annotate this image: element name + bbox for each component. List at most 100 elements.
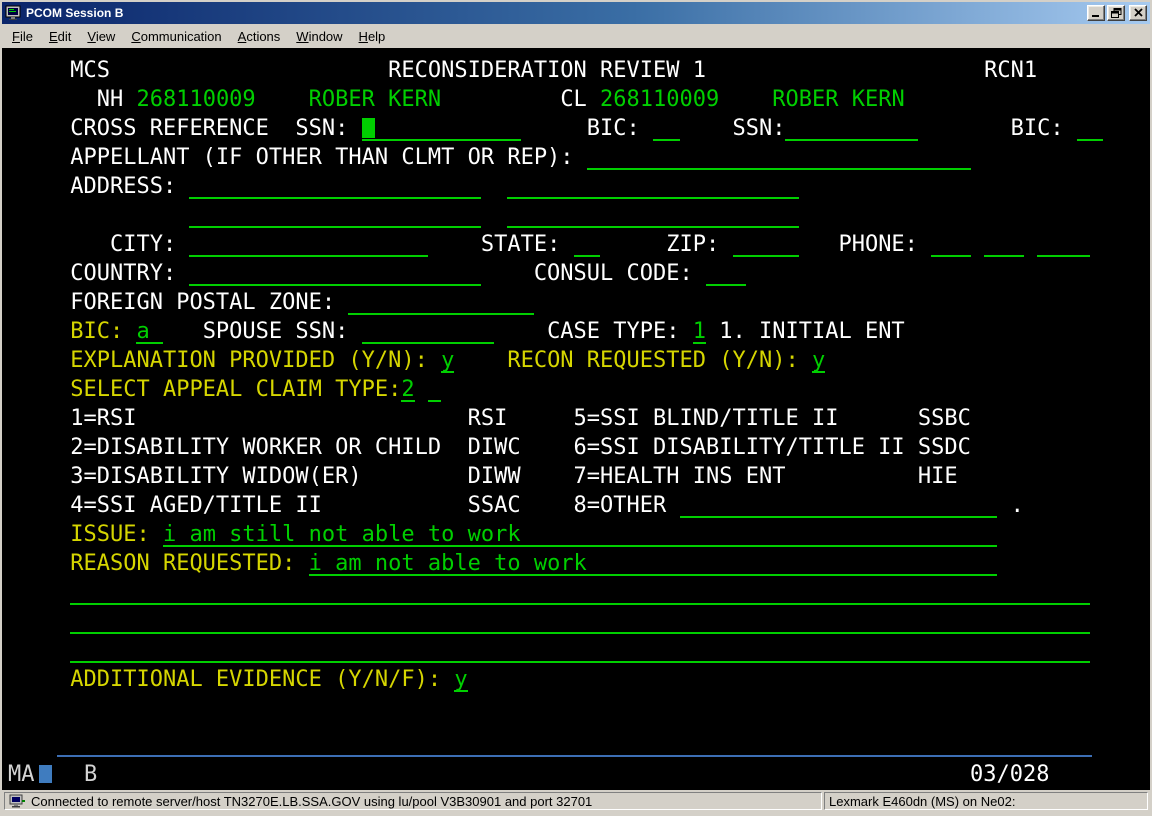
cl-label: CL — [560, 85, 587, 114]
case-type-field[interactable]: 1 — [693, 317, 706, 344]
app-icon — [5, 5, 21, 21]
reason-cont1-field[interactable] — [70, 578, 1090, 605]
foreign-postal-label: FOREIGN POSTAL ZONE: — [70, 288, 335, 317]
phone3-field[interactable] — [1037, 230, 1090, 257]
country-label: COUNTRY: — [70, 259, 176, 288]
case-type-label: CASE TYPE: — [547, 317, 679, 346]
consul-code-field[interactable] — [706, 259, 746, 286]
restore-button[interactable] — [1107, 5, 1125, 21]
titlebar[interactable]: PCOM Session B — [2, 2, 1150, 24]
claim-type-extra-field[interactable] — [428, 375, 441, 402]
bic-label: BIC: — [70, 317, 123, 346]
screen-title: RECONSIDERATION REVIEW 1 — [388, 56, 706, 85]
oia-cursor-position: 03/028 — [970, 760, 1049, 789]
statusbar-printer-panel: Lexmark E460dn (MS) on Ne02: — [824, 792, 1148, 810]
zip-label: ZIP: — [666, 230, 719, 259]
window-controls — [1087, 5, 1147, 21]
city-state-zip-row: CITY: STATE: ZIP: PHONE: — [57, 230, 1150, 259]
country-row: COUNTRY: CONSUL CODE: — [57, 259, 1150, 288]
cross-ref-bic1-field[interactable] — [653, 114, 679, 141]
cross-ref-ssn1-field[interactable] — [362, 114, 521, 141]
cross-ref-ssn2-field[interactable] — [785, 114, 917, 141]
reason-cont2-field[interactable] — [70, 607, 1090, 634]
close-button[interactable] — [1129, 5, 1147, 21]
state-field[interactable] — [574, 230, 600, 257]
address-row-1: ADDRESS: — [57, 172, 1150, 201]
issue-field[interactable]: i am still not able to work — [163, 520, 997, 547]
claim-code-1: RSI — [468, 404, 508, 433]
claim-code-6: SSDC — [918, 433, 971, 462]
cross-ref-bic2-field[interactable] — [1077, 114, 1103, 141]
address-line1b-field[interactable] — [507, 172, 798, 199]
menu-help[interactable]: Help — [351, 26, 394, 47]
nh-name: ROBER KERN — [309, 85, 441, 114]
address-line1a-field[interactable] — [189, 172, 480, 199]
claim-code-5: SSBC — [918, 404, 971, 433]
additional-evidence-row: ADDITIONAL EVIDENCE (Y/N/F): y — [57, 665, 1150, 694]
recon-requested-field[interactable]: y — [812, 346, 825, 373]
oia-session-id: B — [84, 760, 97, 789]
claim-code-4: SSAC — [468, 491, 521, 520]
recon-requested-label: RECON REQUESTED (Y/N): — [507, 346, 798, 375]
menu-communication[interactable]: Communication — [123, 26, 229, 47]
claim-options-row-2: 2=DISABILITY WORKER OR CHILD DIWC 6=SSI … — [57, 433, 1150, 462]
claim-other-period: . — [1011, 491, 1024, 520]
bic-field[interactable]: a — [136, 317, 162, 344]
issue-row: ISSUE: i am still not able to work — [57, 520, 1150, 549]
cross-ref-ssn2-label: SSN: — [733, 114, 786, 143]
cl-name: ROBER KERN — [772, 85, 904, 114]
appellant-field[interactable] — [587, 143, 971, 170]
foreign-postal-row: FOREIGN POSTAL ZONE: — [57, 288, 1150, 317]
claim-other-field[interactable] — [680, 491, 998, 518]
address-line2a-field[interactable] — [189, 201, 480, 228]
additional-evidence-field[interactable]: y — [454, 665, 467, 692]
phone2-field[interactable] — [984, 230, 1024, 257]
menu-edit[interactable]: Edit — [41, 26, 79, 47]
nh-label: NH — [97, 85, 124, 114]
zip-field[interactable] — [733, 230, 799, 257]
city-field[interactable] — [189, 230, 427, 257]
menu-file[interactable]: File — [4, 26, 41, 47]
pcom-window: PCOM Session B File Edit V — [0, 0, 1152, 816]
spouse-ssn-field[interactable] — [362, 317, 494, 344]
menu-window[interactable]: Window — [288, 26, 350, 47]
screen-header-row: MCS RECONSIDERATION REVIEW 1 RCN1 — [57, 56, 1150, 85]
claim-option-6: 6=SSI DISABILITY/TITLE II — [574, 433, 905, 462]
cross-ref-bic1-label: BIC: — [587, 114, 640, 143]
phone1-field[interactable] — [931, 230, 971, 257]
foreign-postal-field[interactable] — [348, 288, 533, 315]
explanation-provided-label: EXPLANATION PROVIDED (Y/N): — [70, 346, 428, 375]
oia-status: MA — [8, 760, 35, 789]
claim-option-3: 3=DISABILITY WIDOW(ER) — [70, 462, 361, 491]
country-field[interactable] — [189, 259, 480, 286]
consul-code-label: CONSUL CODE: — [534, 259, 693, 288]
system-label: MCS — [70, 56, 110, 85]
explanation-provided-field[interactable]: y — [441, 346, 454, 373]
reason-requested-label: REASON REQUESTED: — [70, 549, 295, 578]
reason-requested-field[interactable]: i am not able to work — [309, 549, 998, 576]
close-icon — [1133, 8, 1144, 18]
case-type-desc: 1. INITIAL ENT — [719, 317, 904, 346]
claim-option-5: 5=SSI BLIND/TITLE II — [574, 404, 839, 433]
cross-reference-row: CROSS REFERENCE SSN: BIC: SSN: BIC: — [57, 114, 1150, 143]
claim-option-4: 4=SSI AGED/TITLE II — [70, 491, 322, 520]
appellant-row: APPELLANT (IF OTHER THAN CLMT OR REP): — [57, 143, 1150, 172]
window-title: PCOM Session B — [26, 6, 1087, 20]
menu-view[interactable]: View — [79, 26, 123, 47]
statusbar-connection-panel: Connected to remote server/host TN3270E.… — [4, 792, 822, 810]
claim-option-8: 8=OTHER — [574, 491, 667, 520]
reason-continuation-row-2 — [57, 607, 1150, 636]
address-label: ADDRESS: — [70, 172, 176, 201]
claim-code-3: DIWW — [468, 462, 521, 491]
claim-type-field[interactable]: 2 — [401, 375, 414, 402]
claim-options-row-1: 1=RSI RSI 5=SSI BLIND/TITLE II SSBC — [57, 404, 1150, 433]
reason-cont3-field[interactable] — [70, 636, 1090, 663]
cross-ref-ssn1-label: SSN: — [295, 114, 348, 143]
address-line2b-field[interactable] — [507, 201, 798, 228]
issue-label: ISSUE: — [70, 520, 149, 549]
connection-icon — [9, 794, 26, 809]
bic-case-type-row: BIC: a SPOUSE SSN: CASE TYPE: 1 1. INITI… — [57, 317, 1150, 346]
menu-actions[interactable]: Actions — [230, 26, 289, 47]
minimize-button[interactable] — [1087, 5, 1105, 21]
terminal-screen[interactable]: MCS RECONSIDERATION REVIEW 1 RCN1 NH 268… — [2, 48, 1150, 790]
